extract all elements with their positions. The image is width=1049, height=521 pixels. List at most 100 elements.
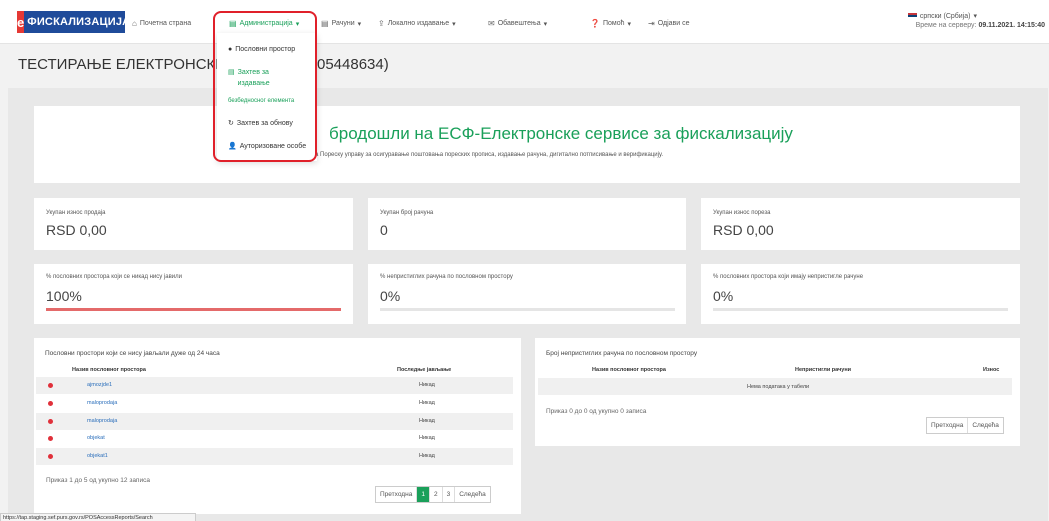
nav-home-label: Почетна страна xyxy=(139,20,192,27)
status-dot-icon xyxy=(48,383,53,388)
administration-dropdown-menu: ● Пословни простор ▤ Захтев за издавање … xyxy=(217,33,317,161)
chevron-down-icon: ▾ xyxy=(627,20,632,28)
progress-bar-never-reported xyxy=(46,308,341,311)
stat-card-invoices xyxy=(368,198,686,250)
stat-value-invoices: 0 xyxy=(380,222,388,238)
progress-value-never-reported: 100% xyxy=(46,288,82,304)
id-card-icon: ▤ xyxy=(228,69,235,76)
nav-home[interactable]: ⌂ Почетна страна xyxy=(132,19,191,28)
welcome-card xyxy=(34,106,1020,183)
pagination-page-1[interactable]: 1 xyxy=(417,487,430,502)
menu-item-renewal-request[interactable]: ↻ Захтев за обнову xyxy=(228,118,293,129)
menu-item-label-continuation[interactable]: безбедносног елемента xyxy=(228,96,294,107)
browser-status-bar: https://tap.staging.sef.purs.gov.rs/POSA… xyxy=(0,513,196,521)
unreceived-invoices-title: Број непристиглих рачуна по пословном пр… xyxy=(546,350,698,357)
progress-value-with-unreceived: 0% xyxy=(713,288,734,304)
progress-label-unreceived: % непристиглих рачуна по пословном прост… xyxy=(380,274,513,280)
status-dot-icon xyxy=(48,436,53,441)
progress-card-never-reported xyxy=(34,264,353,324)
nav-administration-label: Администрација xyxy=(239,20,293,27)
progress-value-unreceived: 0% xyxy=(380,288,401,304)
invoice-icon: ▤ xyxy=(321,19,329,28)
chevron-down-icon: ▾ xyxy=(357,20,362,28)
column-header-premises-name: Назив пословног простора xyxy=(72,367,146,373)
nav-invoices[interactable]: ▤ Рачуни ▾ xyxy=(321,19,361,28)
right-table-info: Приказ 0 до 0 од укупно 0 записа xyxy=(546,408,647,415)
nav-help[interactable]: ❓ Помоћ ▾ xyxy=(590,19,631,28)
pagination-previous[interactable]: Претходна xyxy=(927,418,969,433)
stat-label-invoices: Укупан број рачуна xyxy=(380,210,434,216)
menu-item-business-premises[interactable]: ● Пословни простор xyxy=(228,44,295,55)
nav-logout[interactable]: ⇥ Одјави се xyxy=(648,19,690,28)
pagination-next[interactable]: Следећа xyxy=(968,418,1003,433)
empty-table-message: Нема података у табели xyxy=(747,384,810,390)
premises-link[interactable]: maloprodaja xyxy=(87,400,117,406)
home-icon: ⌂ xyxy=(132,19,137,28)
nav-logout-label: Одјави се xyxy=(657,20,690,27)
progress-bar-with-unreceived xyxy=(713,308,1008,311)
pagination-page-2[interactable]: 2 xyxy=(430,487,443,502)
top-navbar: e ФИСКАЛИЗАЦИЈА ⌂ Почетна страна ▤ Админ… xyxy=(0,0,1049,44)
stat-label-sales: Укупан износ продаја xyxy=(46,210,106,216)
column-header-last-report: Последње јављање xyxy=(397,367,452,373)
left-table-pagination: Претходна 1 2 3 Следећа xyxy=(375,486,491,503)
efiskalizacija-logo[interactable]: e ФИСКАЛИЗАЦИЈА xyxy=(17,11,130,33)
welcome-title: бродошли на ЕСФ-Електронске сервисе за ф… xyxy=(329,124,793,143)
nav-notifications-label: Обавештења xyxy=(497,20,541,27)
premises-link[interactable]: ajmozjde1 xyxy=(87,382,112,388)
question-icon: ❓ xyxy=(590,19,600,28)
last-report-cell: Никад xyxy=(419,453,435,459)
menu-item-label: Пословни простор xyxy=(235,46,296,53)
menu-item-label-line: издавање xyxy=(237,80,270,87)
refresh-icon: ↻ xyxy=(228,120,234,127)
inactive-premises-title: Пословни простори који се нису јављали д… xyxy=(45,350,220,357)
serbian-flag-icon xyxy=(907,13,917,19)
progress-card-unreceived xyxy=(368,264,686,324)
circle-check-icon: ● xyxy=(228,46,233,53)
status-dot-icon xyxy=(48,419,53,424)
premises-link[interactable]: objekat1 xyxy=(87,453,108,459)
menu-item-label: Захтев за издавање xyxy=(238,67,270,89)
stat-label-tax: Укупан износ пореза xyxy=(713,210,771,216)
column-header-premises-name: Назив пословног простора xyxy=(592,367,666,373)
premises-link[interactable]: objekat xyxy=(87,435,105,441)
menu-item-label-line: Захтев за xyxy=(237,69,269,76)
menu-item-security-element-request[interactable]: ▤ Захтев за издавање xyxy=(228,67,270,89)
upload-icon: ⇪ xyxy=(378,19,385,28)
menu-item-authorized-persons[interactable]: 👤 Ауторизоване особе xyxy=(228,141,306,152)
logo-letter: e xyxy=(17,11,25,33)
premises-link[interactable]: maloprodaja xyxy=(87,418,117,424)
nav-notifications[interactable]: ✉ Обавештења ▾ xyxy=(488,19,547,28)
pagination-page-3[interactable]: 3 xyxy=(443,487,456,502)
server-time-value: 09.11.2021. 14:15:40 xyxy=(978,22,1045,29)
page-title: ТЕСТИРАЊЕ ЕЛЕКТРОНСКЕ ПР xyxy=(18,56,251,73)
server-time: Време на серверу: 09.11.2021. 14:15:40 xyxy=(916,22,1045,29)
chevron-down-icon: ▾ xyxy=(543,20,548,28)
column-header-amount: Износ xyxy=(983,367,1000,373)
menu-item-label: Ауторизоване особе xyxy=(239,143,307,150)
right-table-pagination: Претходна Следећа xyxy=(926,417,1004,434)
progress-card-with-unreceived xyxy=(701,264,1020,324)
nav-local-issuing[interactable]: ⇪ Локално издавање ▾ xyxy=(378,19,456,28)
page-title-suffix: 05448634) xyxy=(317,56,389,73)
status-dot-icon xyxy=(48,401,53,406)
nav-invoices-label: Рачуни xyxy=(331,20,355,27)
pagination-next[interactable]: Следећа xyxy=(455,487,490,502)
logout-icon: ⇥ xyxy=(648,19,655,28)
envelope-icon: ✉ xyxy=(488,19,495,28)
last-report-cell: Никад xyxy=(419,418,435,424)
user-icon: 👤 xyxy=(228,143,237,150)
chevron-down-icon: ▾ xyxy=(452,20,456,28)
progress-bar-unreceived xyxy=(380,308,675,311)
chevron-down-icon: ▾ xyxy=(295,20,300,28)
nav-local-issuing-label: Локално издавање xyxy=(387,20,450,27)
welcome-subtitle: окупне решење за Пореску управу за осигу… xyxy=(267,152,664,158)
language-selector[interactable]: српски (Србија) ▾ xyxy=(907,12,977,20)
nav-administration[interactable]: ▤ Администрација ▾ xyxy=(229,19,299,28)
last-report-cell: Никад xyxy=(419,382,435,388)
column-header-unreceived: Непристигли рачуни xyxy=(795,367,852,373)
pagination-previous[interactable]: Претходна xyxy=(376,487,418,502)
last-report-cell: Никад xyxy=(419,435,435,441)
left-table-info: Приказ 1 до 5 од укупно 12 записа xyxy=(46,477,150,484)
nav-help-label: Помоћ xyxy=(602,20,625,27)
